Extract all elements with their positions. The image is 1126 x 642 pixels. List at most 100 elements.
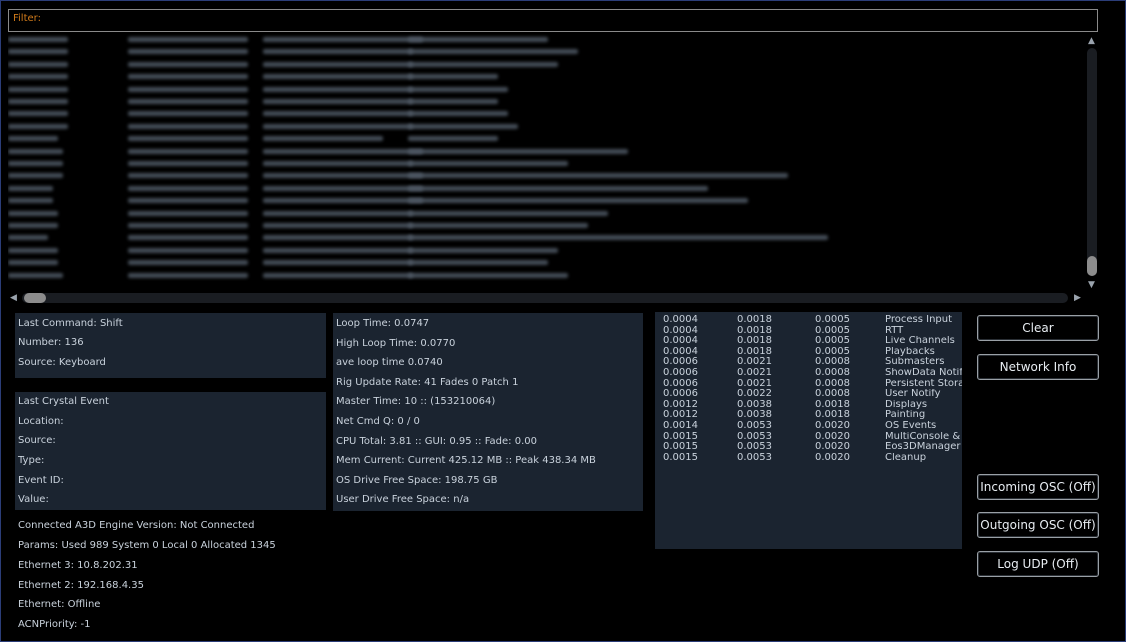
os-drive-free-text: OS Drive Free Space: 198.75 GB [336, 475, 498, 486]
incoming-osc-button[interactable]: Incoming OSC (Off) [977, 474, 1099, 500]
timing-cell: 0.0022 [737, 389, 772, 400]
timing-cell: 0.0005 [815, 325, 850, 336]
scroll-up-arrow-icon[interactable]: ▲ [1088, 36, 1095, 46]
value-text: Value: [18, 494, 49, 505]
timing-cell: RTT [885, 325, 904, 336]
filter-input[interactable]: Filter: [8, 9, 1098, 32]
timing-cell: 0.0008 [815, 357, 850, 368]
log-line [8, 72, 1078, 81]
timing-cell: Eos3DManager [885, 442, 961, 453]
ethernet-3-text: Ethernet 3: 10.8.202.31 [18, 560, 138, 571]
timing-col-name: Process Input RTT Live Channels Playbacks Su… [885, 315, 962, 463]
timing-cell: 0.0008 [815, 367, 850, 378]
timing-cell: 0.0053 [737, 452, 772, 463]
log-line [8, 109, 1078, 118]
timing-cell: 0.0006 [663, 357, 698, 368]
timing-cell: 0.0008 [815, 389, 850, 400]
log-line [8, 221, 1078, 230]
timing-cell: MultiConsole & I [885, 431, 962, 442]
net-cmd-q-text: Net Cmd Q: 0 / 0 [336, 416, 420, 427]
cpu-total-text: CPU Total: 3.81 :: GUI: 0.95 :: Fade: 0.… [336, 436, 537, 447]
log-vertical-scrollbar[interactable]: ▲ ▼ [1085, 34, 1099, 291]
timing-cell: Playbacks [885, 346, 935, 357]
timing-cell: Submasters [885, 357, 945, 368]
timing-cell: 0.0015 [663, 442, 698, 453]
timing-cell: 0.0018 [737, 346, 772, 357]
timing-cell: Cleanup [885, 452, 927, 463]
timing-cell: 0.0018 [737, 336, 772, 347]
log-line [8, 233, 1078, 242]
timing-cell: 0.0020 [815, 452, 850, 463]
log-line [8, 159, 1078, 168]
clear-button[interactable]: Clear [977, 315, 1099, 341]
filter-label: Filter: [13, 13, 41, 24]
timing-cell: 0.0020 [815, 442, 850, 453]
event-id-text: Event ID: [18, 475, 64, 486]
timing-table: 0.0004 0.0004 0.0004 0.0004 0.0006 0.0006 0.00… [655, 312, 962, 549]
log-line [8, 246, 1078, 255]
timing-cell: 0.0018 [815, 399, 850, 410]
timing-cell: 0.0021 [737, 378, 772, 389]
outgoing-osc-button[interactable]: Outgoing OSC (Off) [977, 512, 1099, 538]
timing-cell: 0.0018 [815, 410, 850, 421]
vscroll-thumb[interactable] [1087, 256, 1097, 276]
location-text: Location: [18, 416, 64, 427]
log-line [8, 171, 1078, 180]
log-line [8, 134, 1078, 143]
timing-cell: 0.0012 [663, 410, 698, 421]
acn-priority-text: ACNPriority: -1 [18, 619, 91, 630]
stats-panel: Loop Time: 0.0747 High Loop Time: 0.0770… [333, 313, 643, 511]
timing-cell: 0.0020 [815, 420, 850, 431]
timing-cell: Process Input [885, 315, 953, 325]
a3d-engine-text: Connected A3D Engine Version: Not Connec… [18, 520, 255, 531]
timing-cell: 0.0021 [737, 367, 772, 378]
timing-cell: 0.0005 [815, 346, 850, 357]
timing-cell: 0.0021 [737, 357, 772, 368]
log-udp-button[interactable]: Log UDP (Off) [977, 551, 1099, 577]
network-info-button[interactable]: Network Info [977, 354, 1099, 380]
scroll-down-arrow-icon[interactable]: ▼ [1088, 280, 1095, 290]
timing-cell: 0.0053 [737, 442, 772, 453]
crystal-event-panel: Last Crystal Event Location: Source: Typ… [15, 392, 326, 510]
timing-cell: 0.0006 [663, 367, 698, 378]
timing-cell: 0.0005 [815, 336, 850, 347]
hscroll-thumb[interactable] [24, 293, 46, 303]
timing-cell: Persistent Stora [885, 378, 962, 389]
params-text: Params: Used 989 System 0 Local 0 Alloca… [18, 540, 276, 551]
scroll-right-arrow-icon[interactable]: ▶ [1074, 293, 1081, 303]
timing-cell: 0.0004 [663, 346, 698, 357]
timing-cell: 0.0006 [663, 378, 698, 389]
loop-time-text: Loop Time: 0.0747 [336, 318, 430, 329]
timing-cell: 0.0038 [737, 410, 772, 421]
log-line [8, 271, 1078, 280]
user-drive-free-text: User Drive Free Space: n/a [336, 494, 470, 505]
log-line [8, 196, 1078, 205]
log-horizontal-scrollbar[interactable]: ◀ ▶ [8, 291, 1086, 305]
crystal-event-header: Last Crystal Event [18, 396, 109, 407]
timing-cell: 0.0038 [737, 399, 772, 410]
log-line [8, 60, 1078, 69]
log-line [8, 209, 1078, 218]
timing-cell: ShowData Notify [885, 367, 962, 378]
scroll-left-arrow-icon[interactable]: ◀ [10, 293, 17, 303]
rig-update-rate-text: Rig Update Rate: 41 Fades 0 Patch 1 [336, 377, 519, 388]
mem-current-text: Mem Current: Current 425.12 MB :: Peak 4… [336, 455, 596, 466]
timing-cell: 0.0004 [663, 336, 698, 347]
timing-cell: 0.0012 [663, 399, 698, 410]
timing-cell: Displays [885, 399, 928, 410]
timing-cell: 0.0020 [815, 431, 850, 442]
timing-col-1: 0.0004 0.0004 0.0004 0.0004 0.0006 0.0006 0.00… [663, 315, 733, 463]
hscroll-track[interactable] [22, 293, 1068, 303]
timing-cell: 0.0018 [737, 315, 772, 325]
ave-loop-time-text: ave loop time 0.0740 [336, 357, 443, 368]
timing-cell: 0.0005 [815, 315, 850, 325]
timing-cell: 0.0018 [737, 325, 772, 336]
log-line [8, 122, 1078, 131]
log-output[interactable] [8, 33, 1086, 289]
ethernet-2-text: Ethernet 2: 192.168.4.35 [18, 580, 144, 591]
high-loop-time-text: High Loop Time: 0.0770 [336, 338, 456, 349]
vscroll-track[interactable] [1087, 48, 1097, 276]
crystal-source-text: Source: [18, 435, 56, 446]
timing-cell: 0.0004 [663, 315, 698, 325]
timing-cell: 0.0015 [663, 431, 698, 442]
